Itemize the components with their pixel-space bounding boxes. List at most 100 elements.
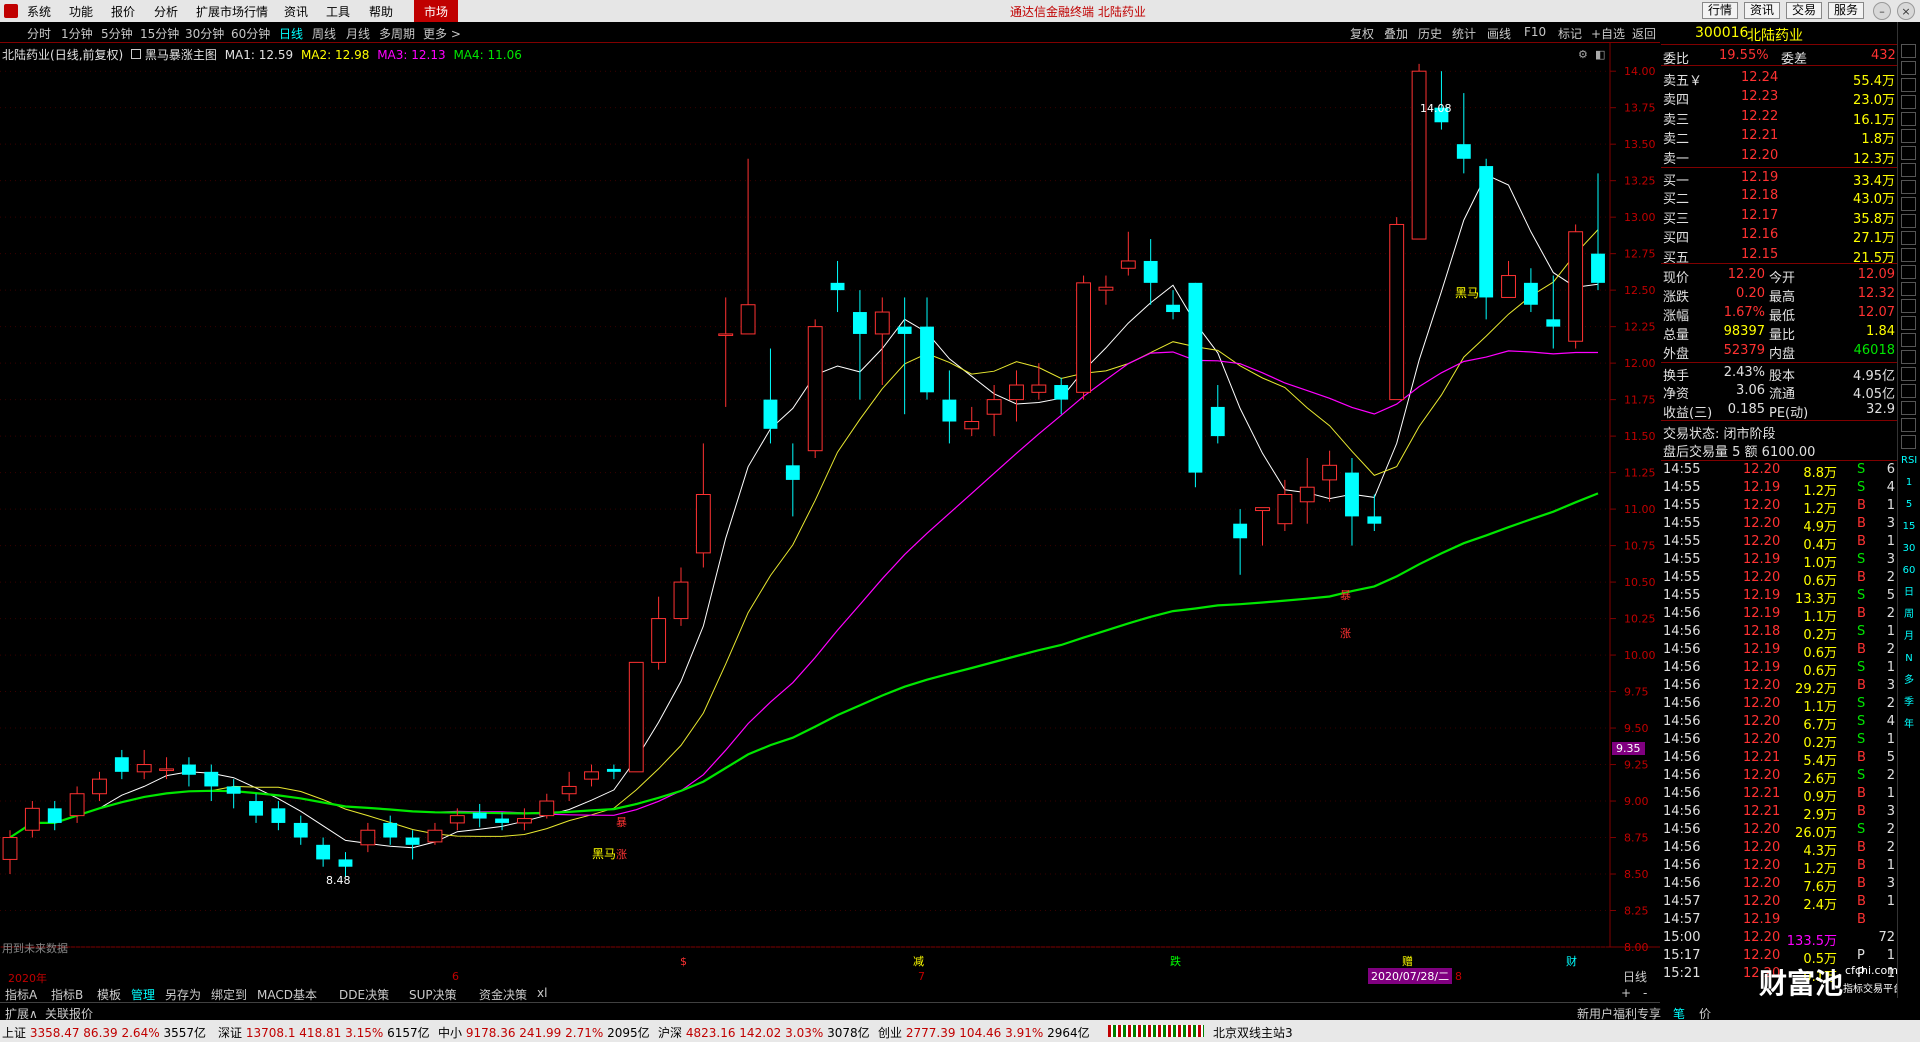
- side-tool-icon[interactable]: [1901, 112, 1916, 126]
- menu-news[interactable]: 资讯: [284, 3, 308, 20]
- button-drawing[interactable]: 画线: [1487, 25, 1511, 42]
- ask-row[interactable]: 卖五￥ 12.24 55.4万: [1661, 68, 1897, 89]
- side-tool-icon[interactable]: [1901, 44, 1916, 58]
- event-marker[interactable]: $: [680, 955, 687, 968]
- zoom-out-icon[interactable]: -: [1640, 986, 1650, 1000]
- period-monthly[interactable]: 月线: [346, 25, 370, 42]
- period-intraday[interactable]: 分时: [27, 25, 51, 42]
- event-marker[interactable]: 财: [1566, 953, 1577, 969]
- indicator-tab[interactable]: SUP决策: [406, 986, 460, 1003]
- side-tool-icon[interactable]: [1901, 367, 1916, 381]
- side-period-11[interactable]: 季: [1901, 696, 1917, 710]
- kline-chart[interactable]: 14.00 13.75 13.50 13.25 13.00 12.75 12.50 12.25…: [0, 42, 1660, 986]
- bid-row[interactable]: 买五 12.15 21.5万: [1661, 245, 1897, 266]
- button-mark[interactable]: 标记: [1558, 25, 1582, 42]
- indicator-tab[interactable]: 另存为: [162, 986, 204, 1003]
- period-more[interactable]: 更多 >: [423, 25, 461, 42]
- market-button[interactable]: 市场: [414, 0, 459, 22]
- button-restore-rights[interactable]: 复权: [1350, 25, 1374, 42]
- chart-toggle-icon[interactable]: ◧: [1595, 48, 1605, 61]
- period-5min[interactable]: 5分钟: [101, 25, 133, 42]
- side-tool-icon[interactable]: [1901, 350, 1916, 364]
- side-tool-icon[interactable]: [1901, 384, 1916, 398]
- side-period-6[interactable]: 日: [1901, 586, 1917, 600]
- side-tool-icon[interactable]: [1901, 61, 1916, 75]
- period-30min[interactable]: 30分钟: [185, 25, 224, 42]
- top-button-service[interactable]: 服务: [1828, 2, 1865, 19]
- ask-row[interactable]: 卖二 12.21 1.8万: [1661, 126, 1897, 147]
- side-tool-icon[interactable]: [1901, 78, 1916, 92]
- side-tool-icon[interactable]: [1901, 214, 1916, 228]
- side-period-12[interactable]: 年: [1901, 718, 1917, 732]
- side-tool-icon[interactable]: [1901, 435, 1916, 449]
- button-back[interactable]: 返回: [1632, 25, 1656, 42]
- event-marker[interactable]: 减: [913, 953, 924, 969]
- side-tool-icon[interactable]: [1901, 299, 1916, 313]
- indicator-tab[interactable]: 资金决策: [476, 986, 530, 1003]
- top-button-quote[interactable]: 行情: [1702, 2, 1739, 19]
- bid-row[interactable]: 买三 12.17 35.8万: [1661, 206, 1897, 227]
- side-tool-icon[interactable]: [1901, 129, 1916, 143]
- button-overlay[interactable]: 叠加: [1384, 25, 1408, 42]
- button-history[interactable]: 历史: [1418, 25, 1442, 42]
- menu-system[interactable]: 系统: [27, 3, 51, 20]
- server-name[interactable]: 北京双线主站3: [1213, 1024, 1293, 1041]
- index-quote[interactable]: 上证 3358.47 86.39 2.64% 3557亿: [2, 1024, 206, 1041]
- side-period-9[interactable]: N: [1901, 652, 1917, 666]
- menu-help[interactable]: 帮助: [369, 3, 393, 20]
- event-marker[interactable]: 跌: [1170, 953, 1181, 969]
- side-tool-icon[interactable]: [1901, 282, 1916, 296]
- side-tool-icon[interactable]: [1901, 146, 1916, 160]
- side-tool-icon[interactable]: [1901, 180, 1916, 194]
- period-multi[interactable]: 多周期: [379, 25, 415, 42]
- indicator-tab[interactable]: 指标A: [2, 986, 40, 1003]
- side-period-5[interactable]: 60: [1901, 564, 1917, 578]
- zoom-in-icon[interactable]: +: [1618, 986, 1634, 1000]
- side-tool-icon[interactable]: [1901, 265, 1916, 279]
- side-tool-icon[interactable]: [1901, 401, 1916, 415]
- chart-settings-icon[interactable]: ⚙: [1578, 48, 1588, 61]
- menu-extended-market[interactable]: 扩展市场行情: [196, 3, 268, 20]
- legend-indicator[interactable]: 黑马暴涨主图: [145, 48, 217, 62]
- side-tool-icon[interactable]: [1901, 163, 1916, 177]
- indicator-tab[interactable]: MACD基本: [254, 986, 320, 1003]
- side-period-4[interactable]: 30: [1901, 542, 1917, 556]
- side-period-2[interactable]: 5: [1901, 498, 1917, 512]
- minimize-icon[interactable]: –: [1873, 2, 1891, 20]
- index-quote[interactable]: 深证 13708.1 418.81 3.15% 6157亿: [218, 1024, 430, 1041]
- indicator-tab[interactable]: xl: [534, 986, 550, 1000]
- side-tool-icon[interactable]: [1901, 231, 1916, 245]
- menu-function[interactable]: 功能: [69, 3, 93, 20]
- side-tool-icon[interactable]: [1901, 248, 1916, 262]
- ask-row[interactable]: 卖一 12.20 12.3万: [1661, 146, 1897, 167]
- period-1min[interactable]: 1分钟: [61, 25, 93, 42]
- side-period-3[interactable]: 15: [1901, 520, 1917, 534]
- side-tool-icon[interactable]: [1901, 316, 1916, 330]
- period-60min[interactable]: 60分钟: [231, 25, 270, 42]
- period-weekly[interactable]: 周线: [312, 25, 336, 42]
- top-button-news[interactable]: 资讯: [1744, 2, 1781, 19]
- bid-row[interactable]: 买二 12.18 43.0万: [1661, 186, 1897, 207]
- indicator-tab[interactable]: DDE决策: [336, 986, 392, 1003]
- bid-row[interactable]: 买四 12.16 27.1万: [1661, 225, 1897, 246]
- event-marker[interactable]: 赠: [1402, 953, 1413, 969]
- side-tool-icon[interactable]: [1901, 95, 1916, 109]
- tick-list[interactable]: 14:55 12.20 8.8万 S 6 14:55 12.19 1.2万 S 4 14:55 12.…: [1661, 460, 1897, 1001]
- menu-analysis[interactable]: 分析: [154, 3, 178, 20]
- index-quote[interactable]: 创业 2777.39 104.46 3.91% 2964亿: [878, 1024, 1090, 1041]
- ask-row[interactable]: 卖三 12.22 16.1万: [1661, 107, 1897, 128]
- side-period-10[interactable]: 多: [1901, 674, 1917, 688]
- period-daily[interactable]: 日线: [279, 25, 303, 42]
- side-period-0[interactable]: RSI: [1901, 454, 1917, 468]
- indicator-tab[interactable]: 模板: [94, 986, 124, 1003]
- side-tool-icon[interactable]: [1901, 418, 1916, 432]
- index-quote[interactable]: 中小 9178.36 241.99 2.71% 2095亿: [438, 1024, 650, 1041]
- indicator-tab[interactable]: 指标B: [48, 986, 86, 1003]
- indicator-tab[interactable]: 绑定到: [208, 986, 250, 1003]
- kline-chart-canvas[interactable]: 14.00 13.75 13.50 13.25 13.00 12.75 12.50 12.25…: [0, 42, 1660, 986]
- ask-row[interactable]: 卖四 12.23 23.0万: [1661, 87, 1897, 108]
- close-icon[interactable]: ×: [1897, 2, 1915, 20]
- period-15min[interactable]: 15分钟: [140, 25, 179, 42]
- side-period-7[interactable]: 周: [1901, 608, 1917, 622]
- index-quote[interactable]: 沪深 4823.16 142.02 3.03% 3078亿: [658, 1024, 870, 1041]
